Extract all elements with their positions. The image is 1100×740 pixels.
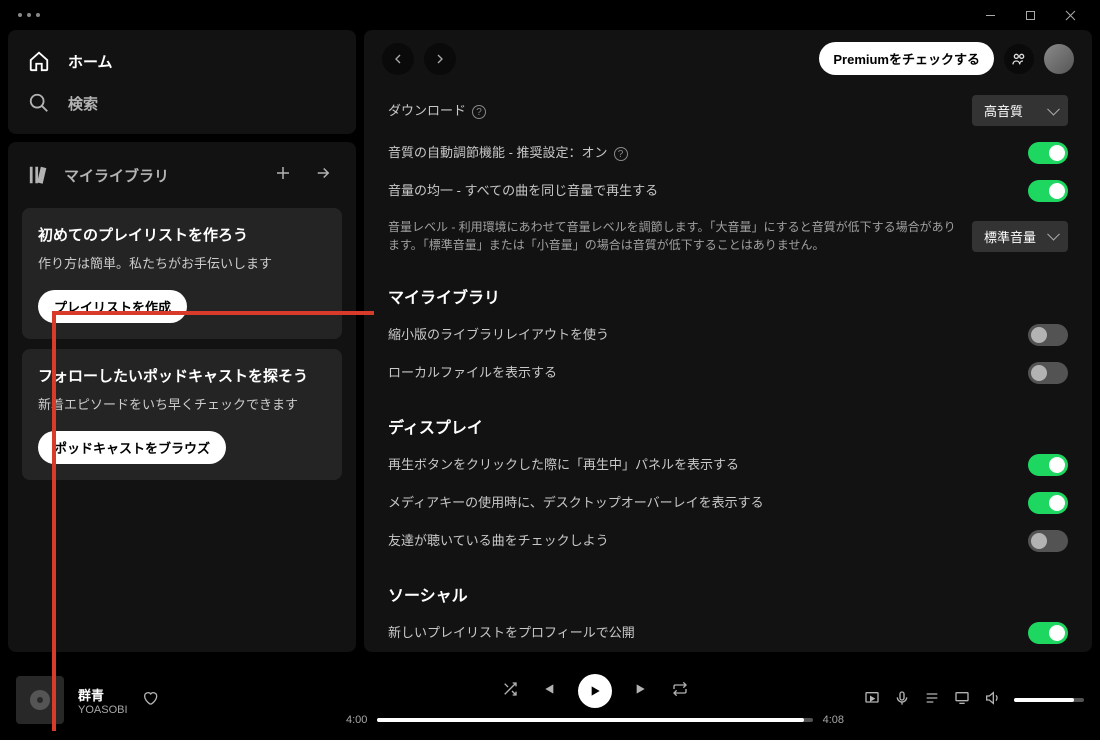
menu-dots[interactable] <box>10 13 40 17</box>
mic-icon[interactable] <box>894 690 910 711</box>
section-display: ディスプレイ <box>388 414 1068 438</box>
premium-button[interactable]: Premiumをチェックする <box>819 42 994 75</box>
auto-quality-toggle[interactable] <box>1028 142 1068 164</box>
setting-nowplaying-label: 再生ボタンをクリックした際に「再生中」パネルを表示する <box>388 455 1014 475</box>
card-sub: 新着エピソードをいち早くチェックできます <box>38 394 326 413</box>
section-library: マイライブラリ <box>388 284 1068 308</box>
setting-compact-label: 縮小版のライブラリレイアウトを使う <box>388 325 1014 345</box>
shuffle-icon[interactable] <box>502 681 518 702</box>
minimize-button[interactable] <box>970 0 1010 30</box>
track-title[interactable]: 群青 <box>78 685 128 704</box>
card-title: 初めてのプレイリストを作ろう <box>38 224 326 245</box>
overlay-toggle[interactable] <box>1028 492 1068 514</box>
browse-podcast-card: フォローしたいポッドキャストを探そう 新着エピソードをいち早くチェックできます … <box>22 349 342 480</box>
arrow-right-icon[interactable] <box>310 160 336 190</box>
local-files-toggle[interactable] <box>1028 362 1068 384</box>
volume-icon[interactable] <box>984 690 1000 711</box>
add-icon[interactable] <box>270 160 296 190</box>
nav-back-button[interactable] <box>382 43 414 75</box>
compact-toggle[interactable] <box>1028 324 1068 346</box>
friend-activity-icon[interactable] <box>1004 44 1034 74</box>
nav-forward-button[interactable] <box>424 43 456 75</box>
player-bar: 群青 YOASOBI 4:00 4:08 <box>0 660 1100 740</box>
library-title[interactable]: マイライブラリ <box>64 165 169 186</box>
sidebar: ホーム 検索 マイライブラリ 初めてのプレイリストを作ろう 作り方は簡 <box>8 30 356 652</box>
normalize-toggle[interactable] <box>1028 180 1068 202</box>
setting-publish-label: 新しいプレイリストをプロフィールで公開 <box>388 623 1014 643</box>
volume-level-dropdown[interactable]: 標準音量 <box>972 221 1068 252</box>
friends-toggle[interactable] <box>1028 530 1068 552</box>
info-icon[interactable]: ? <box>472 105 486 119</box>
volume-slider[interactable] <box>1014 698 1084 702</box>
library-icon <box>28 164 50 186</box>
setting-friends-label: 友達が聴いている曲をチェックしよう <box>388 531 1014 551</box>
info-icon[interactable]: ? <box>614 147 628 161</box>
section-social: ソーシャル <box>388 582 1068 606</box>
search-icon <box>28 92 50 114</box>
setting-local-label: ローカルファイルを表示する <box>388 363 1014 383</box>
time-elapsed: 4:00 <box>346 714 367 726</box>
album-art[interactable] <box>16 676 64 724</box>
next-icon[interactable] <box>634 681 650 702</box>
setting-download-label: ダウンロード? <box>388 101 958 121</box>
create-playlist-card: 初めてのプレイリストを作ろう 作り方は簡単。私たちがお手伝いします プレイリスト… <box>22 208 342 339</box>
now-playing-view-icon[interactable] <box>864 690 880 711</box>
setting-autoquality-label: 音質の自動調節機能 - 推奨設定：オン? <box>388 143 1014 163</box>
nav-search-label: 検索 <box>68 93 98 114</box>
device-icon[interactable] <box>954 690 970 711</box>
download-quality-dropdown[interactable]: 高音質 <box>972 95 1068 126</box>
nav-home-label: ホーム <box>68 51 113 72</box>
setting-overlay-label: メディアキーの使用時に、デスクトップオーバーレイを表示する <box>388 493 1014 513</box>
browse-podcast-button[interactable]: ポッドキャストをブラウズ <box>38 431 226 464</box>
setting-normalize-label: 音量の均一 - すべての曲を同じ音量で再生する <box>388 181 1014 201</box>
card-title: フォローしたいポッドキャストを探そう <box>38 365 326 386</box>
publish-toggle[interactable] <box>1028 622 1068 644</box>
heart-icon[interactable] <box>142 690 158 711</box>
time-total: 4:08 <box>823 714 844 726</box>
create-playlist-button[interactable]: プレイリストを作成 <box>38 290 187 323</box>
prev-icon[interactable] <box>540 681 556 702</box>
maximize-button[interactable] <box>1010 0 1050 30</box>
progress-bar[interactable] <box>377 718 812 722</box>
track-artist[interactable]: YOASOBI <box>78 704 128 716</box>
setting-volumelevel-label: 音量レベル - 利用環境にあわせて音量レベルを調節します。「大音量」にすると音質… <box>388 218 958 254</box>
user-avatar[interactable] <box>1044 44 1074 74</box>
settings-content: ダウンロード? 高音質 音質の自動調節機能 - 推奨設定：オン? 音量の均一 -… <box>364 87 1092 652</box>
nav-search[interactable]: 検索 <box>22 82 342 124</box>
close-button[interactable] <box>1050 0 1090 30</box>
play-button[interactable] <box>578 674 612 708</box>
home-icon <box>28 50 50 72</box>
repeat-icon[interactable] <box>672 681 688 702</box>
window-titlebar <box>0 0 1100 30</box>
main-panel: Premiumをチェックする ダウンロード? 高音質 音質の自動調節機能 - 推… <box>364 30 1092 652</box>
card-sub: 作り方は簡単。私たちがお手伝いします <box>38 253 326 272</box>
nowplaying-toggle[interactable] <box>1028 454 1068 476</box>
queue-icon[interactable] <box>924 690 940 711</box>
nav-home[interactable]: ホーム <box>22 40 342 82</box>
